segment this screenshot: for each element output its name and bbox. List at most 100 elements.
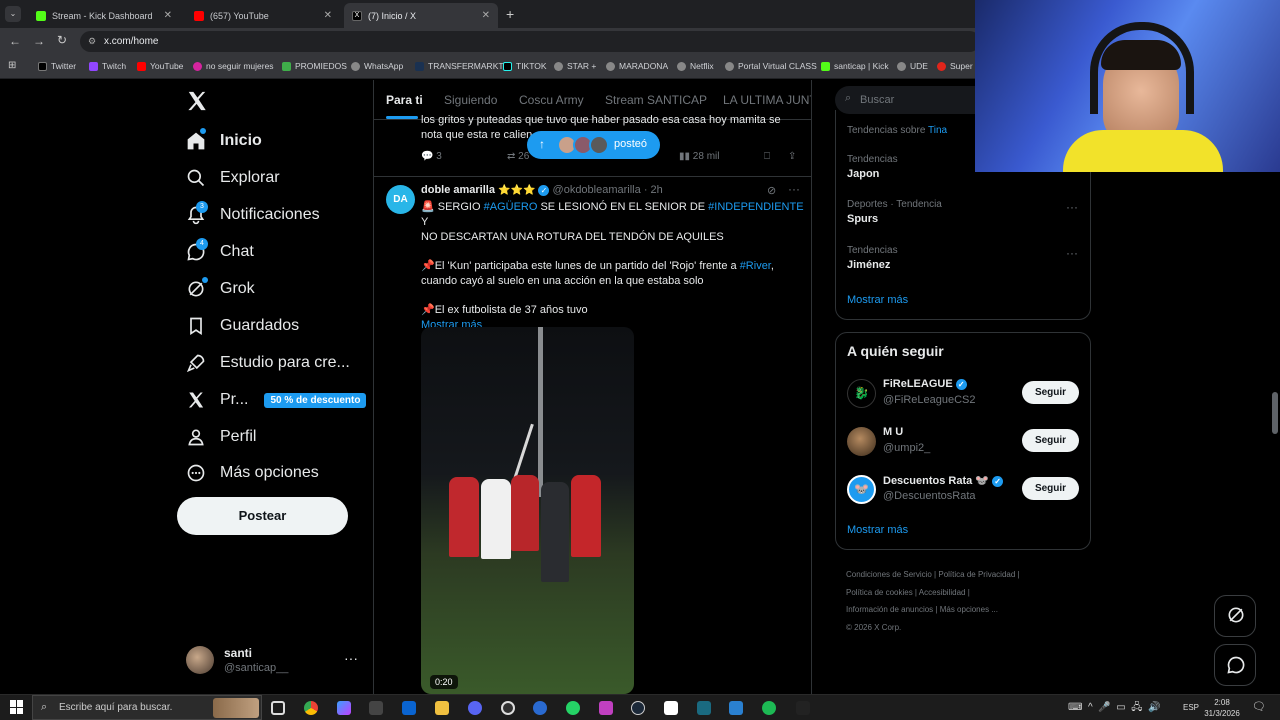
tab-la-ultima-junta[interactable]: LA ULTIMA JUNTA bbox=[723, 93, 811, 107]
bookmark-youtube[interactable]: YouTube bbox=[137, 61, 183, 71]
bookmark-whatsapp[interactable]: WhatsApp bbox=[351, 61, 403, 71]
follow-suggestion[interactable]: M U @umpi2_ Seguir bbox=[847, 425, 1087, 461]
bookmark-portal[interactable]: Portal Virtual CLASS bbox=[725, 61, 817, 71]
bookmark-instagram[interactable]: no seguir mujeres bbox=[193, 61, 274, 71]
capcut-icon[interactable] bbox=[664, 701, 678, 715]
taskbar-search-input[interactable]: ⌕ Escribe aquí para buscar. bbox=[32, 695, 262, 720]
app-icon[interactable] bbox=[533, 701, 547, 715]
page-scrollbar[interactable] bbox=[1272, 392, 1278, 434]
tab-youtube[interactable]: (657) YouTube ✕ bbox=[186, 3, 340, 28]
messages-floating-button[interactable] bbox=[1214, 644, 1256, 686]
bookmark-twitter[interactable]: Twitter bbox=[38, 61, 76, 71]
nav-home[interactable]: Inicio bbox=[186, 128, 262, 151]
x-logo-icon[interactable] bbox=[186, 90, 208, 112]
tab-kick-dashboard[interactable]: Stream - Kick Dashboard ✕ bbox=[28, 3, 180, 28]
nav-bookmarks[interactable]: Guardados bbox=[186, 316, 299, 336]
follow-button[interactable]: Seguir bbox=[1022, 429, 1079, 452]
bookmark-transfermarkt[interactable]: TRANSFERMARKT bbox=[415, 61, 504, 71]
obs-icon[interactable] bbox=[501, 701, 515, 715]
grok-floating-button[interactable] bbox=[1214, 595, 1256, 637]
reply-action[interactable]: 💬 3 bbox=[421, 151, 442, 162]
steam-icon[interactable] bbox=[631, 701, 645, 715]
post-avatar[interactable]: DA bbox=[386, 185, 415, 214]
app-icon[interactable] bbox=[599, 701, 613, 715]
spotify-icon[interactable] bbox=[762, 701, 776, 715]
task-view-icon[interactable] bbox=[271, 701, 285, 715]
bookmark-santicap-kick[interactable]: santicap | Kick bbox=[821, 61, 889, 71]
trend-item[interactable]: Tendencias Jiménez bbox=[847, 245, 1087, 271]
share-icon[interactable]: ⇪ bbox=[788, 151, 796, 162]
post-video[interactable]: 0:20 bbox=[421, 327, 634, 694]
bookmark-ude[interactable]: UDE bbox=[897, 61, 928, 71]
new-tab-icon[interactable]: + bbox=[506, 6, 514, 22]
tab-list-dropdown[interactable]: ⌄ bbox=[5, 6, 21, 22]
hashtag-independiente[interactable]: #INDEPENDIENTE bbox=[708, 201, 803, 213]
footer-link-more[interactable]: Más opciones ... bbox=[940, 605, 998, 614]
follow-show-more[interactable]: Mostrar más bbox=[847, 524, 908, 536]
forward-icon[interactable]: → bbox=[33, 34, 45, 48]
footer-link-cookies[interactable]: Política de cookies bbox=[846, 588, 913, 597]
language-indicator[interactable]: ESP bbox=[1183, 703, 1199, 712]
reload-icon[interactable]: ↻ bbox=[57, 33, 67, 47]
follow-suggestion[interactable]: 🐉 FiReLEAGUE ✓ @FiReLeagueCS2 Seguir bbox=[847, 377, 1087, 413]
whatsapp-icon[interactable] bbox=[566, 701, 580, 715]
close-tab-icon[interactable]: ✕ bbox=[324, 10, 332, 21]
url-input[interactable]: ⚙ x.com/home bbox=[80, 31, 980, 52]
copilot-icon[interactable] bbox=[337, 701, 351, 715]
bookmark-twitch[interactable]: Twitch bbox=[89, 61, 126, 71]
app-icon[interactable] bbox=[369, 701, 383, 715]
nav-explore[interactable]: Explorar bbox=[186, 168, 280, 188]
tab-coscu-army[interactable]: Coscu Army bbox=[519, 93, 584, 107]
footer-link-ads[interactable]: Información de anuncios bbox=[846, 605, 933, 614]
trends-show-more[interactable]: Mostrar más bbox=[847, 294, 908, 306]
back-icon[interactable]: ← bbox=[9, 34, 21, 48]
windows-start-icon[interactable] bbox=[10, 700, 24, 714]
nav-notifications[interactable]: Notificaciones 3 bbox=[186, 201, 320, 225]
bookmark-netflix[interactable]: Netflix bbox=[677, 61, 714, 71]
tab-stream-santicap[interactable]: Stream SANTICAP bbox=[605, 93, 707, 107]
follow-button[interactable]: Seguir bbox=[1022, 381, 1079, 404]
nav-more-options[interactable]: Más opciones bbox=[186, 463, 319, 483]
chrome-icon[interactable] bbox=[304, 701, 318, 715]
close-tab-icon[interactable]: ✕ bbox=[482, 10, 490, 21]
more-dots-icon[interactable]: ··· bbox=[788, 182, 800, 196]
trend-item[interactable]: Deportes · Tendencia Spurs bbox=[847, 199, 1087, 225]
file-explorer-icon[interactable] bbox=[435, 701, 449, 715]
bookmark-maradona[interactable]: MARADONA bbox=[606, 61, 668, 71]
site-info-icon[interactable]: ⚙ bbox=[88, 31, 96, 52]
bookmark-promiedos[interactable]: PROMIEDOS bbox=[282, 61, 347, 71]
bookmark-star[interactable]: STAR + bbox=[554, 61, 596, 71]
account-switcher[interactable]: santi @santicap__ ··· bbox=[186, 644, 366, 678]
bookmark-tiktok[interactable]: TIKTOK bbox=[503, 61, 547, 71]
tab-x-home[interactable]: X (7) Inicio / X ✕ bbox=[344, 3, 498, 28]
mail-icon[interactable] bbox=[402, 701, 416, 715]
app-icon[interactable] bbox=[729, 701, 743, 715]
tab-following[interactable]: Siguiendo bbox=[444, 93, 497, 107]
follow-suggestion[interactable]: 🐭 Descuentos Rata 🐭 ✓ @DescuentosRata Se… bbox=[847, 473, 1087, 509]
apps-grid-icon[interactable]: ⊞ bbox=[8, 60, 16, 71]
hashtag-river[interactable]: #River bbox=[740, 260, 771, 272]
nav-grok[interactable]: Grok bbox=[186, 277, 255, 299]
trends-about[interactable]: Tendencias sobre Tina bbox=[847, 125, 947, 136]
footer-link-privacy[interactable]: Política de Privacidad bbox=[938, 570, 1015, 579]
footer-link-accessibility[interactable]: Accesibilidad bbox=[919, 588, 966, 597]
grok-icon[interactable]: ⊘ bbox=[767, 184, 776, 197]
tab-for-you[interactable]: Para ti bbox=[386, 93, 423, 107]
views-action[interactable]: ▮▮ 28 mil bbox=[679, 151, 719, 162]
app-icon[interactable] bbox=[796, 701, 810, 715]
hashtag-aguero[interactable]: #AGÜERO bbox=[484, 201, 538, 213]
nav-chat[interactable]: Chat 4 bbox=[186, 238, 254, 262]
system-tray-icons[interactable]: ⌨ ^ 🎤 ▭ 🖧 🔊 bbox=[1068, 700, 1160, 717]
more-dots-icon[interactable]: ··· bbox=[344, 650, 358, 666]
post-button[interactable]: Postear bbox=[177, 497, 348, 535]
bookmark-icon[interactable]: ⎕ bbox=[764, 151, 770, 162]
app-icon[interactable] bbox=[697, 701, 711, 715]
follow-button[interactable]: Seguir bbox=[1022, 477, 1079, 500]
notifications-icon[interactable]: 🗨 bbox=[1252, 700, 1266, 713]
close-tab-icon[interactable]: ✕ bbox=[164, 10, 172, 21]
post-handle[interactable]: @okdobleamarilla bbox=[553, 184, 641, 196]
discord-icon[interactable] bbox=[468, 701, 482, 715]
new-posts-pill[interactable]: ↑ posteó bbox=[527, 131, 660, 159]
post-author[interactable]: doble amarilla bbox=[421, 184, 495, 196]
more-dots-icon[interactable]: ··· bbox=[1066, 246, 1078, 260]
